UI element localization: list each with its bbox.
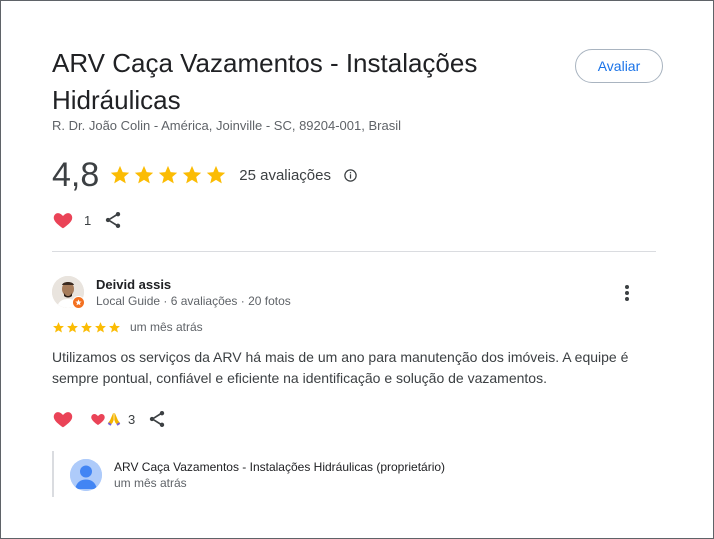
review-dialog: ARV Caça Vazamentos - Instalações Hidráu… [0, 0, 714, 539]
heart-icon [91, 414, 105, 425]
star-icon [95, 321, 106, 332]
rating-value: 4,8 [52, 155, 100, 194]
local-guide-badge [72, 296, 85, 309]
business-address: R. Dr. João Colin - América, Joinville -… [52, 118, 401, 133]
reactions-summary[interactable] [90, 411, 122, 427]
star-icon [109, 321, 120, 332]
reaction-count: 3 [128, 411, 136, 427]
rate-button[interactable]: Avaliar [575, 49, 663, 83]
reviewer-name[interactable]: Deivid assis [96, 277, 171, 292]
share-icon[interactable] [103, 210, 123, 230]
star-icon [183, 165, 202, 184]
owner-name: ARV Caça Vazamentos - Instalações Hidráu… [114, 460, 446, 474]
praying-hands-icon [107, 413, 121, 426]
star-icon [111, 165, 130, 184]
info-icon[interactable] [343, 168, 358, 183]
star-icon [53, 321, 64, 332]
star-icon [159, 165, 178, 184]
rating-stars [109, 164, 227, 186]
more-vert-icon[interactable] [617, 282, 637, 304]
star-icon [135, 165, 154, 184]
person-icon [70, 459, 102, 491]
star-icon [67, 321, 78, 332]
share-icon[interactable] [147, 409, 167, 429]
review-count: 25 avaliações [239, 166, 331, 184]
review-actions: 3 [52, 408, 167, 430]
like-count: 1 [84, 212, 92, 228]
review-rating: um mês atrás [52, 320, 203, 334]
rating-summary: 4,8 25 avaliações [52, 153, 358, 197]
reviewer-meta: Local Guide · 6 avaliações · 20 fotos [96, 294, 291, 308]
heart-icon[interactable] [52, 209, 74, 231]
business-title: ARV Caça Vazamentos - Instalações Hidráu… [52, 48, 478, 115]
owner-reply-date: um mês atrás [114, 476, 187, 490]
review-text: Utilizamos os serviços da ARV há mais de… [52, 349, 629, 386]
review-date: um mês atrás [130, 320, 203, 334]
business-actions: 1 [52, 209, 123, 231]
heart-icon[interactable] [52, 408, 74, 430]
star-icon [81, 321, 92, 332]
owner-reply-bar [52, 451, 54, 497]
review-stars [52, 321, 121, 334]
divider [52, 251, 656, 252]
star-icon [207, 165, 226, 184]
